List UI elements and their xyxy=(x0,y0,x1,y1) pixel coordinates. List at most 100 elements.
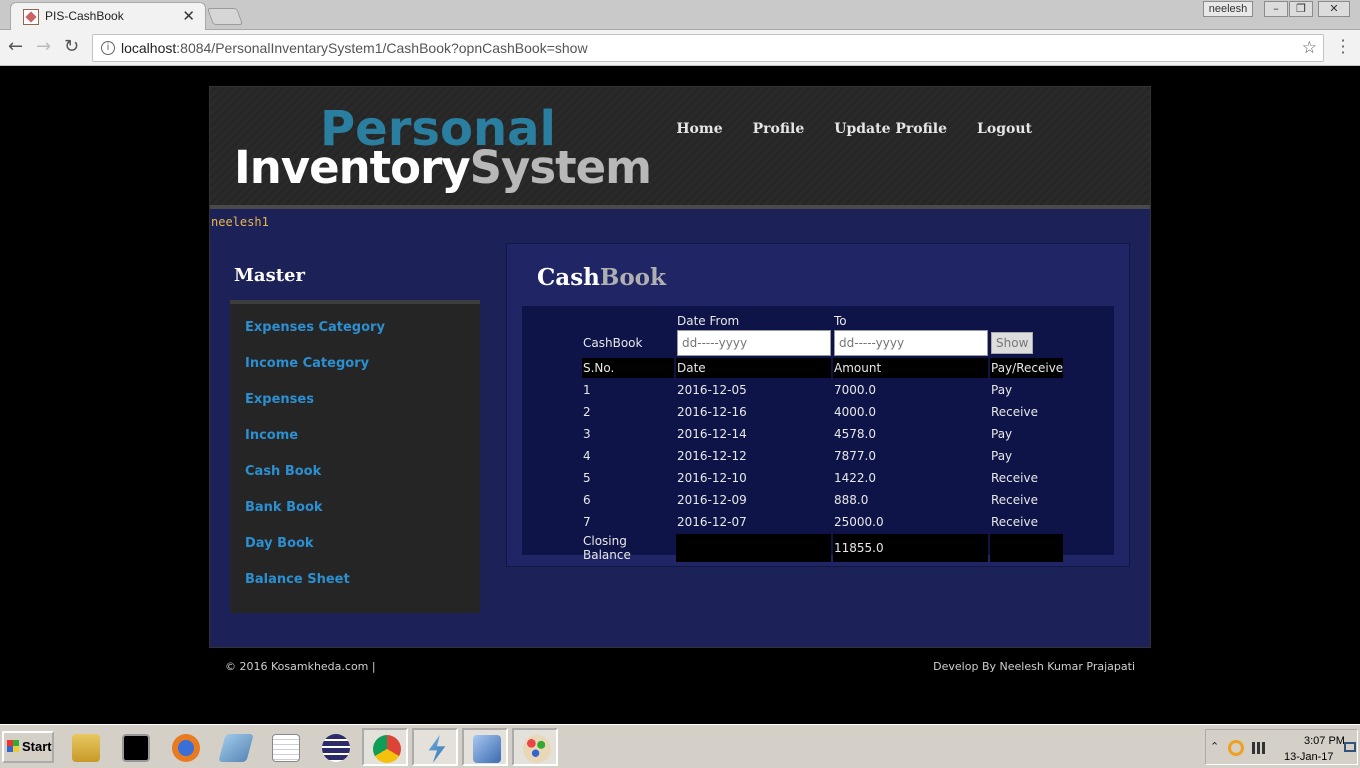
cell-amount: 1422.0 xyxy=(834,471,876,485)
browser-menu-icon[interactable]: · · · xyxy=(1338,33,1348,61)
cell-type: Receive xyxy=(991,515,1038,529)
window-minimize-button[interactable]: – xyxy=(1264,1,1288,17)
site-header: Personal InventorySystem Home Profile Up… xyxy=(210,87,1150,209)
page-viewport: Personal InventorySystem Home Profile Up… xyxy=(0,67,1360,724)
cashbook-label: CashBook xyxy=(583,336,643,350)
reload-icon[interactable]: ↻ xyxy=(64,38,79,56)
taskbar-virtualbox-icon[interactable] xyxy=(462,728,508,766)
taskbar-file-explorer-icon[interactable] xyxy=(62,728,108,766)
logo-system: System xyxy=(469,141,652,194)
sidebar-menu: Expenses Category Income Category Expens… xyxy=(230,300,480,613)
taskbar-eraser-icon[interactable] xyxy=(212,728,258,766)
table-header-row: S.No. Date Amount Pay/Receive xyxy=(582,358,1064,378)
cell-sno: 5 xyxy=(583,471,591,485)
window-maximize-button[interactable]: ❐ xyxy=(1289,1,1313,17)
show-button[interactable]: Show xyxy=(991,332,1034,354)
logo-inventory-system: InventorySystem xyxy=(234,141,652,194)
forward-arrow-icon[interactable]: → xyxy=(36,38,51,56)
closing-balance-label: Closing Balance xyxy=(583,534,631,562)
closing-balance-value: 11855.0 xyxy=(833,534,988,562)
url-host: localhost xyxy=(121,40,177,56)
sidebar-item-income-category[interactable]: Income Category xyxy=(245,356,369,371)
taskbar-notepad-icon[interactable] xyxy=(262,728,308,766)
table-row: 3 2016-12-14 4578.0 Pay xyxy=(582,424,1063,444)
sidebar-item-expenses[interactable]: Expenses xyxy=(245,392,314,407)
windows-flag-icon xyxy=(7,740,19,752)
taskbar-chrome-icon[interactable] xyxy=(362,728,408,766)
title-cash: Cash xyxy=(537,264,600,291)
cell-sno: 3 xyxy=(583,427,591,441)
cell-type: Receive xyxy=(991,493,1038,507)
browser-toolbar: ← → ↻ i localhost:8084/PersonalInventary… xyxy=(0,30,1360,66)
table-row: 5 2016-12-10 1422.0 Receive xyxy=(582,468,1063,488)
back-arrow-icon[interactable]: ← xyxy=(8,38,23,56)
sidebar-item-income[interactable]: Income xyxy=(245,428,298,443)
cell-sno: 1 xyxy=(583,383,591,397)
cell-amount: 4578.0 xyxy=(834,427,876,441)
cell-amount: 888.0 xyxy=(834,493,869,507)
cell-amount: 25000.0 xyxy=(834,515,884,529)
sidebar-item-bank-book[interactable]: Bank Book xyxy=(245,500,323,515)
filter-row: CashBook Show xyxy=(582,330,1063,356)
table-row: 7 2016-12-07 25000.0 Receive xyxy=(582,512,1063,532)
nav-profile-link[interactable]: Profile xyxy=(753,121,805,137)
column-header-date: Date xyxy=(676,358,831,378)
tray-app-icon[interactable] xyxy=(1228,740,1244,756)
cell-type: Receive xyxy=(991,405,1038,419)
taskbar-bolt-icon[interactable] xyxy=(412,728,458,766)
cashbook-table-area: Date From To CashBook Show S.No. Date Am… xyxy=(522,306,1114,562)
window-close-button[interactable]: ✕ xyxy=(1318,1,1350,17)
browser-tab[interactable]: PIS-CashBook ✕ xyxy=(10,2,206,30)
logo-inventory: Inventory xyxy=(234,141,471,194)
browser-tab-strip: PIS-CashBook ✕ neelesh – ❐ ✕ xyxy=(0,0,1360,30)
show-desktop-icon[interactable] xyxy=(1344,742,1356,752)
date-from-input[interactable] xyxy=(677,330,831,356)
nav-update-profile-link[interactable]: Update Profile xyxy=(834,121,947,137)
browser-profile-button[interactable]: neelesh xyxy=(1203,1,1253,17)
site-container: Personal InventorySystem Home Profile Up… xyxy=(209,86,1151,648)
cell-type: Receive xyxy=(991,471,1038,485)
site-info-icon[interactable]: i xyxy=(101,41,115,55)
cell-type: Pay xyxy=(991,427,1013,441)
nav-logout-link[interactable]: Logout xyxy=(977,121,1032,137)
cell-type: Pay xyxy=(991,383,1013,397)
title-book: Book xyxy=(599,264,666,291)
system-tray: ⌃ 3:07 PM 13-Jan-17 xyxy=(1205,729,1358,765)
date-to-input[interactable] xyxy=(834,330,988,356)
show-hidden-icons-icon[interactable]: ⌃ xyxy=(1210,740,1219,753)
sidebar-item-day-book[interactable]: Day Book xyxy=(245,536,314,551)
sidebar-item-balance-sheet[interactable]: Balance Sheet xyxy=(245,572,350,587)
network-signal-icon[interactable] xyxy=(1252,742,1268,754)
url-text[interactable]: localhost:8084/PersonalInventarySystem1/… xyxy=(121,40,588,56)
sidebar-item-cash-book[interactable]: Cash Book xyxy=(245,464,321,479)
logged-in-username: neelesh1 xyxy=(211,215,269,229)
tab-title: PIS-CashBook xyxy=(45,9,124,23)
new-tab-button[interactable] xyxy=(206,8,244,25)
cell-sno: 2 xyxy=(583,405,591,419)
url-path: :8084/PersonalInventarySystem1/CashBook?… xyxy=(176,40,588,56)
start-label: Start xyxy=(22,739,52,754)
clock-time[interactable]: 3:07 PM xyxy=(1304,735,1345,747)
column-header-pay-receive: Pay/Receive xyxy=(990,358,1064,378)
cell-date: 2016-12-09 xyxy=(677,493,747,507)
address-bar[interactable]: i localhost:8084/PersonalInventarySystem… xyxy=(92,34,1324,62)
page-title: CashBook xyxy=(537,264,666,291)
nav-home-link[interactable]: Home xyxy=(676,121,722,137)
cell-amount: 7000.0 xyxy=(834,383,876,397)
closing-balance-row: Closing Balance 11855.0 xyxy=(582,534,1064,562)
cell-date: 2016-12-10 xyxy=(677,471,747,485)
taskbar-paint-icon[interactable] xyxy=(512,728,558,766)
sidebar-item-expenses-category[interactable]: Expenses Category xyxy=(245,320,385,335)
cell-amount: 4000.0 xyxy=(834,405,876,419)
tab-close-icon[interactable]: ✕ xyxy=(182,7,195,25)
taskbar-command-prompt-icon[interactable] xyxy=(112,728,158,766)
bookmark-star-icon[interactable]: ☆ xyxy=(1302,38,1317,58)
taskbar-eclipse-icon[interactable] xyxy=(312,728,358,766)
clock-date[interactable]: 13-Jan-17 xyxy=(1284,751,1334,763)
cell-date: 2016-12-05 xyxy=(677,383,747,397)
taskbar-firefox-icon[interactable] xyxy=(162,728,208,766)
date-from-label: Date From xyxy=(677,314,740,328)
start-button[interactable]: Start xyxy=(2,731,54,763)
filter-label-row: Date From To xyxy=(582,312,1063,328)
cashbook-panel: CashBook Date From To CashBook Show xyxy=(506,243,1130,567)
